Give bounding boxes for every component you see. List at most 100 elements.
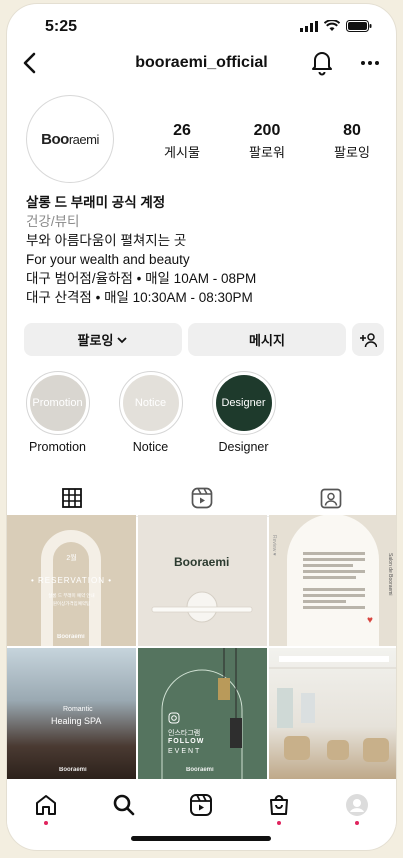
bio-line: 부와 아름다움이 펼쳐지는 곳 [26,233,187,248]
instagram-icon [168,712,180,724]
profile-username: booraemi_official [135,54,268,71]
post-title: Review ♥ [271,535,277,556]
signal-icon [300,20,318,32]
battery-icon [346,20,372,32]
nav-profile[interactable] [337,785,377,825]
post-subtitle: 살롱 드 부래미 예약 안내 [48,593,95,598]
following-button-label: 팔로잉 [77,333,114,348]
highlight-label: Promotion [29,440,86,454]
post-grid: 2월 • RESERVATION • 살롱 드 부래미 예약 안내 원이상가격입… [7,515,396,779]
post-thumbnail[interactable]: Booraemi [138,515,267,646]
post-side-text: Salon de Booraemi [387,553,393,596]
tab-reels[interactable] [137,480,267,516]
notification-dot [43,821,48,825]
stat-followers-value: 200 [253,122,281,139]
highlight-label: Designer [218,440,269,454]
stat-followers-label: 팔로워 [249,145,285,160]
highlight-promotion[interactable]: Promotion Promotion [24,371,91,454]
post-thumbnail[interactable]: 인스타그램 FOLLOW EVENT Booraemi [138,648,267,779]
avatar-logo: Booraemi [41,130,99,148]
reels-icon [191,487,212,509]
profile-header: booraemi_official [7,44,396,84]
post-subtitle: Healing SPA [51,716,102,726]
message-button[interactable]: 메시지 [188,323,346,356]
following-button[interactable]: 팔로잉 [24,323,182,356]
post-line: EVENT [168,748,202,755]
bio-line: 대구 산격점 • 매일 10:30AM - 08:30PM [26,290,253,305]
message-button-label: 메시지 [249,333,285,348]
profile-avatar[interactable]: Booraemi [26,95,114,183]
profile-stats: 26 게시물 200 팔로워 80 팔로잉 [147,122,387,161]
tab-grid[interactable] [7,480,137,517]
bell-icon[interactable] [309,48,335,76]
salon-interior-graphic [269,656,396,762]
post-watermark: Booraemi [186,767,214,773]
lamp-graphic [161,648,243,779]
profile-action-buttons: 팔로잉 메시지 [24,323,384,356]
lamp-graphic [151,591,253,623]
add-user-icon [360,332,377,347]
post-thumbnail[interactable]: Romantic Healing SPA Booraemi [7,648,136,779]
bio-name: 살롱 드 부래미 공식 계정 [26,195,166,210]
post-title: Romantic [63,706,93,713]
stat-posts-value: 26 [173,122,191,139]
chevron-down-icon [117,336,128,343]
post-month: 2월 [66,555,77,562]
tagged-user-icon [320,488,342,509]
highlight-cover: Notice [122,375,179,431]
highlight-label: Notice [132,440,169,454]
home-icon [35,795,56,815]
post-subtitle: 원이상가격입예약팁 [52,601,91,606]
post-line: 인스타그램 [168,730,201,737]
stat-following-value: 80 [343,122,361,139]
nav-search[interactable] [104,785,144,825]
stat-followers[interactable]: 200 팔로워 [232,122,302,161]
profile-bio: 살롱 드 부래미 공식 계정 건강/뷰티 부와 아름다움이 펼쳐지는 곳 For… [26,193,386,307]
highlight-ring: Designer [211,371,276,435]
post-thumbnail[interactable]: Review ♥ Salon de Booraemi ♥ [269,515,396,646]
post-line: FOLLOW [168,738,205,745]
nav-home[interactable] [26,785,66,825]
wifi-icon [324,20,340,31]
status-bar: 5:25 [7,4,396,44]
shopping-bag-icon [270,795,289,815]
more-options-icon[interactable] [359,48,381,76]
highlight-ring: Notice [118,371,183,435]
post-thumbnail[interactable]: 2월 • RESERVATION • 살롱 드 부래미 예약 안내 원이상가격입… [7,515,136,646]
add-user-button[interactable] [352,323,384,356]
status-time: 5:25 [45,18,78,35]
nav-shop[interactable] [259,785,299,825]
notification-dot [277,821,282,825]
bio-category: 건강/뷰티 [26,214,80,229]
stat-posts-label: 게시물 [164,145,200,160]
post-watermark: Booraemi [59,767,87,773]
status-icons [300,20,372,32]
search-icon [113,794,134,816]
home-indicator[interactable] [131,836,271,841]
post-watermark: Booraemi [57,634,85,640]
profile-tabs [7,480,396,517]
nav-reels[interactable] [181,785,221,825]
profile-avatar-icon [346,794,369,816]
stat-following-label: 팔로잉 [334,145,370,160]
highlight-cover: Designer [215,375,272,431]
post-title: • RESERVATION • [30,576,113,585]
highlight-notice[interactable]: Notice Notice [117,371,184,454]
grid-icon [61,488,82,508]
phone-screen: 5:25 booraemi_official Booraemi 26 게시물 2… [7,4,396,850]
stat-following[interactable]: 80 팔로잉 [317,122,387,161]
highlight-cover: Promotion [29,375,86,431]
notification-dot [355,821,360,825]
post-thumbnail[interactable] [269,648,396,779]
heart-icon: ♥ [367,615,373,626]
bio-line: 대구 범어점/율하점 • 매일 10AM - 08PM [26,271,257,286]
bottom-navigation [7,782,396,828]
highlight-designer[interactable]: Designer Designer [210,371,277,454]
stat-posts[interactable]: 26 게시물 [147,122,217,161]
reels-icon [190,794,213,816]
bio-line: For your wealth and beauty [26,252,190,267]
highlight-ring: Promotion [25,371,90,435]
story-highlights: Promotion Promotion Notice Notice Design… [24,371,277,454]
review-text-block [303,549,365,612]
tab-tagged[interactable] [266,480,396,516]
